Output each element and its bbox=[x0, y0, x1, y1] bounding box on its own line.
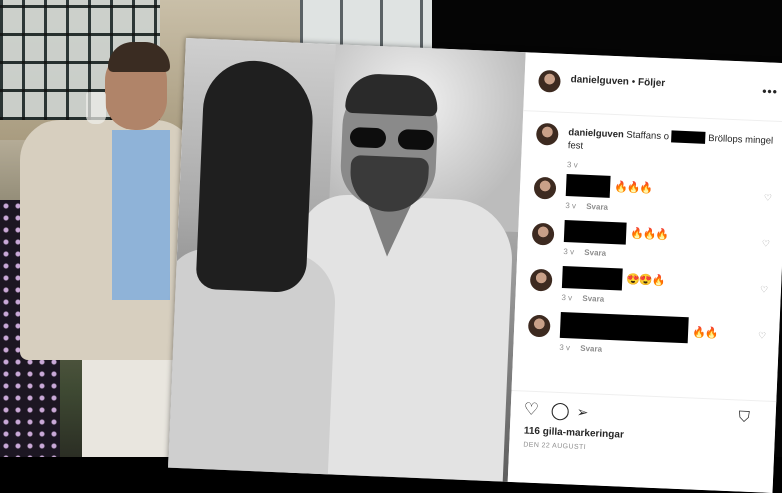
comment-bubble-icon[interactable]: ◯ bbox=[550, 401, 570, 422]
sunglasses bbox=[349, 126, 437, 151]
caption-timestamp: 3 v bbox=[566, 160, 578, 170]
like-comment-heart-icon[interactable]: ♡ bbox=[758, 330, 766, 341]
avatar[interactable] bbox=[538, 69, 561, 93]
post-sidebar: danielguven • Följer ••• danielguven Sta… bbox=[507, 52, 782, 493]
redacted-username bbox=[561, 265, 623, 291]
caption-text-start: Staffans o bbox=[626, 129, 670, 143]
reply-button[interactable]: Svara bbox=[582, 294, 604, 304]
comment-meta: 3 v Svara bbox=[559, 343, 610, 354]
avatar[interactable] bbox=[535, 122, 559, 146]
comment-timestamp: 3 v bbox=[561, 292, 573, 303]
post-photo[interactable] bbox=[167, 38, 526, 482]
comment-emoji: 🔥🔥🔥 bbox=[629, 227, 669, 242]
comment-timestamp: 3 v bbox=[559, 342, 571, 353]
comment-emoji: 😍😍🔥 bbox=[626, 273, 665, 288]
champagne-glass bbox=[86, 92, 106, 124]
username-link[interactable]: danielguven bbox=[570, 74, 629, 87]
comment-item: 🔥🔥🔥 3 v Svara ♡ bbox=[519, 172, 782, 223]
comment-timestamp: 3 v bbox=[563, 246, 575, 257]
caption-username[interactable]: danielguven bbox=[568, 127, 624, 140]
more-options-icon[interactable]: ••• bbox=[762, 84, 778, 99]
likes-count[interactable]: 116 gilla-markeringar bbox=[524, 425, 624, 440]
comment-meta: 3 v Svara bbox=[565, 201, 616, 212]
post-header: danielguven • Följer ••• bbox=[523, 52, 782, 123]
reply-button[interactable]: Svara bbox=[584, 248, 606, 258]
comment-item: 🔥🔥 3 v Svara ♡ bbox=[513, 310, 779, 361]
redacted-block bbox=[671, 130, 706, 145]
comment-item: 🔥🔥🔥 3 v Svara ♡ bbox=[517, 218, 782, 269]
background-man-shirt bbox=[112, 130, 170, 300]
redacted-username bbox=[565, 174, 611, 198]
like-comment-heart-icon[interactable]: ♡ bbox=[762, 238, 770, 249]
reply-button[interactable]: Svara bbox=[586, 202, 608, 212]
separator-dot: • bbox=[631, 76, 636, 88]
comment-meta: 3 v Svara bbox=[563, 247, 614, 258]
avatar[interactable] bbox=[531, 222, 555, 246]
bookmark-icon[interactable]: ⛉ bbox=[738, 408, 750, 425]
avatar[interactable] bbox=[527, 314, 551, 338]
following-button[interactable]: Följer bbox=[638, 77, 666, 89]
redacted-username bbox=[563, 220, 627, 245]
comment-item: 😍😍🔥 3 v Svara ♡ bbox=[515, 264, 781, 315]
like-comment-heart-icon[interactable]: ♡ bbox=[764, 192, 772, 203]
reply-button[interactable]: Svara bbox=[580, 344, 602, 354]
post-actions: ♡ ◯ ➢ ⛉ 116 gilla-markeringar DEN 22 AUG… bbox=[507, 389, 777, 493]
instagram-post: danielguven • Följer ••• danielguven Sta… bbox=[167, 38, 782, 493]
comment-meta: 3 v Svara bbox=[561, 293, 612, 304]
photo-woman-hair bbox=[195, 58, 316, 294]
header-username-line: danielguven • Följer bbox=[570, 74, 665, 89]
post-caption: danielguven Staffans o Bröllops mingel f… bbox=[523, 122, 782, 170]
caption-text: danielguven Staffans o Bröllops mingel f… bbox=[568, 126, 779, 161]
like-comment-heart-icon[interactable]: ♡ bbox=[760, 284, 768, 295]
comment-emoji: 🔥🔥 bbox=[691, 326, 718, 340]
comment-emoji: 🔥🔥🔥 bbox=[613, 181, 653, 195]
redacted-username bbox=[559, 311, 689, 344]
avatar[interactable] bbox=[529, 268, 553, 292]
like-heart-icon[interactable]: ♡ bbox=[523, 399, 539, 420]
share-send-icon[interactable]: ➢ bbox=[576, 404, 588, 421]
avatar[interactable] bbox=[533, 176, 557, 200]
post-date: DEN 22 AUGUSTI bbox=[523, 441, 587, 452]
comment-timestamp: 3 v bbox=[565, 201, 577, 211]
